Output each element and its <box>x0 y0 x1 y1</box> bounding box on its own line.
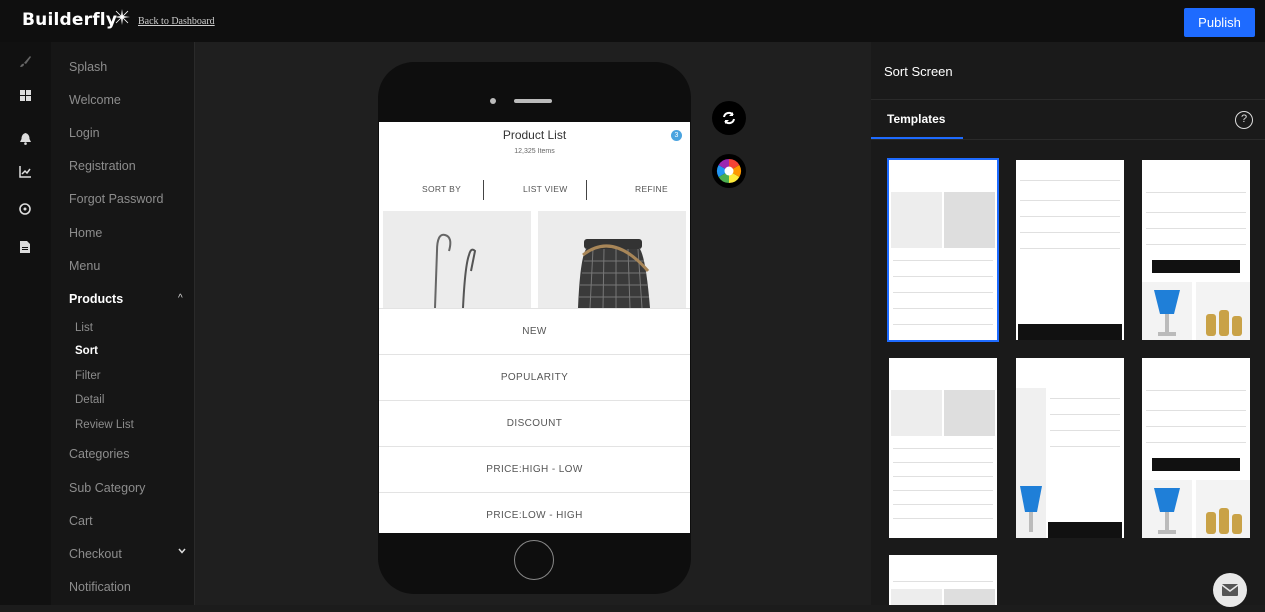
product-image-hook <box>383 211 531 308</box>
sort-option-price-low-high[interactable]: PRICE:LOW - HIGH <box>379 492 690 533</box>
template-thumbnail-4[interactable] <box>889 358 997 538</box>
tab-list-view[interactable]: LIST VIEW <box>523 184 568 194</box>
logo-spark-icon <box>114 9 130 25</box>
nav-item-menu[interactable]: Menu <box>69 259 100 273</box>
tab-templates[interactable]: Templates <box>887 112 945 126</box>
panel-divider <box>871 99 1265 100</box>
tab-divider <box>586 180 587 200</box>
sort-option-discount[interactable]: DISCOUNT <box>379 400 690 446</box>
panel-title: Sort Screen <box>884 64 953 79</box>
screen-nav: Splash Welcome Login Registration Forgot… <box>51 42 195 605</box>
panel-divider <box>871 139 1265 140</box>
nav-item-registration[interactable]: Registration <box>69 159 136 173</box>
chart-icon[interactable] <box>18 165 32 179</box>
screen-item-count: 12,325 Items <box>514 148 555 155</box>
tab-refine[interactable]: REFINE <box>635 184 668 194</box>
nav-item-checkout[interactable]: Checkout <box>69 547 122 561</box>
app-logo[interactable]: Builderfly <box>22 10 117 30</box>
phone-home-button <box>514 540 554 580</box>
nav-item-notification[interactable]: Notification <box>69 580 131 594</box>
refresh-icon <box>723 111 735 125</box>
sort-option-popularity[interactable]: POPULARITY <box>379 354 690 400</box>
refresh-button[interactable] <box>712 101 746 135</box>
settings-circle-icon[interactable] <box>18 202 32 216</box>
icon-rail <box>0 42 51 605</box>
tab-divider <box>483 180 484 200</box>
nav-item-categories[interactable]: Categories <box>69 447 129 461</box>
template-thumbnail-6[interactable] <box>1142 358 1250 538</box>
template-thumbnail-5[interactable] <box>1016 358 1124 538</box>
brush-icon[interactable] <box>18 54 32 68</box>
chevron-up-icon[interactable]: ^ <box>178 293 183 304</box>
nav-item-sub-category[interactable]: Sub Category <box>69 481 145 495</box>
color-wheel-icon <box>716 158 742 184</box>
screen-tabs: SORT BY LIST VIEW REFINE <box>379 180 690 202</box>
camera-dot <box>490 98 496 104</box>
nav-item-welcome[interactable]: Welcome <box>69 93 121 107</box>
template-thumbnail-2[interactable] <box>1016 160 1124 340</box>
nav-item-forgot-password[interactable]: Forgot Password <box>69 192 163 206</box>
back-to-dashboard-link[interactable]: Back to Dashboard <box>138 16 215 27</box>
sort-option-new[interactable]: NEW <box>379 308 690 354</box>
nav-item-products[interactable]: Products <box>69 292 123 306</box>
phone-screen[interactable]: Product List 12,325 Items 3 SORT BY LIST… <box>379 122 690 533</box>
sort-option-price-high-low[interactable]: PRICE:HIGH - LOW <box>379 446 690 492</box>
document-icon[interactable] <box>18 240 32 254</box>
nav-sub-filter[interactable]: Filter <box>75 370 101 382</box>
mail-icon <box>1221 584 1239 596</box>
bell-icon[interactable] <box>18 132 32 146</box>
publish-button[interactable]: Publish <box>1184 8 1255 37</box>
tab-sort-by[interactable]: SORT BY <box>422 184 461 194</box>
nav-sub-list[interactable]: List <box>75 322 93 334</box>
cart-badge: 3 <box>671 130 682 141</box>
right-panel: Sort Screen Templates ? <box>871 42 1265 605</box>
nav-item-splash[interactable]: Splash <box>69 60 107 74</box>
top-bar: Builderfly Back to Dashboard Publish <box>0 0 1265 42</box>
template-thumbnail-7[interactable] <box>889 555 997 605</box>
dashboard-grid-icon[interactable] <box>18 88 32 102</box>
template-thumbnail-3[interactable] <box>1142 160 1250 340</box>
product-image-lantern <box>538 211 686 308</box>
nav-sub-detail[interactable]: Detail <box>75 394 104 406</box>
nav-item-home[interactable]: Home <box>69 226 102 240</box>
screen-title: Product List <box>502 128 567 142</box>
help-icon[interactable]: ? <box>1235 111 1253 129</box>
nav-sub-review-list[interactable]: Review List <box>75 419 134 431</box>
nav-item-login[interactable]: Login <box>69 126 100 140</box>
phone-preview: Product List 12,325 Items 3 SORT BY LIST… <box>378 62 691 594</box>
template-thumbnail-1[interactable] <box>887 158 999 342</box>
speaker-bar <box>514 99 552 103</box>
nav-item-cart[interactable]: Cart <box>69 514 93 528</box>
support-chat-button[interactable] <box>1213 573 1247 607</box>
theme-color-button[interactable] <box>712 154 746 188</box>
nav-sub-sort[interactable]: Sort <box>75 345 98 357</box>
chevron-down-icon[interactable] <box>178 547 186 555</box>
